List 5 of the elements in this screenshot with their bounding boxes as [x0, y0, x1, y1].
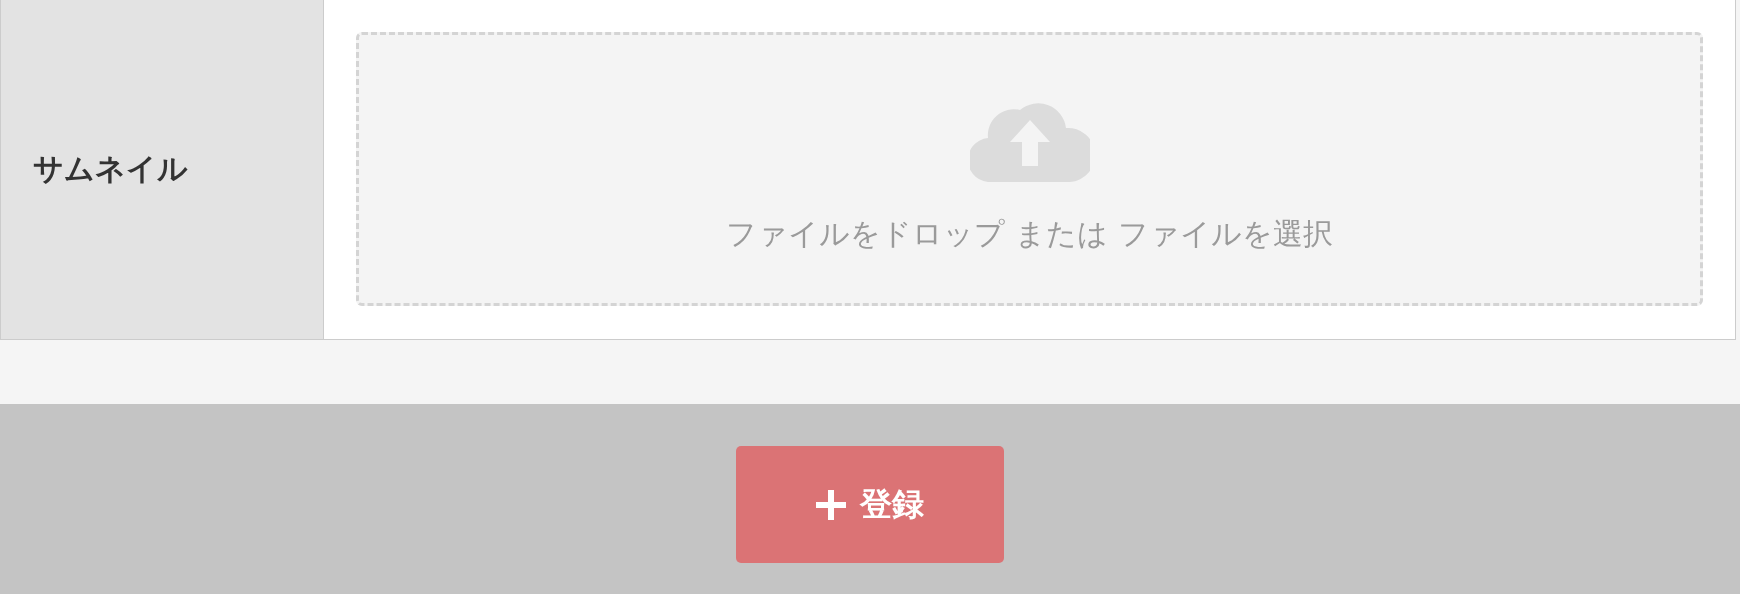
- label-cell: サムネイル: [1, 0, 324, 339]
- file-drop-zone[interactable]: ファイルをドロップ または ファイルを選択: [356, 32, 1703, 306]
- register-button[interactable]: 登録: [736, 446, 1004, 563]
- plus-icon: [816, 489, 846, 520]
- drop-hint: ファイルをドロップ または ファイルを選択: [726, 214, 1333, 253]
